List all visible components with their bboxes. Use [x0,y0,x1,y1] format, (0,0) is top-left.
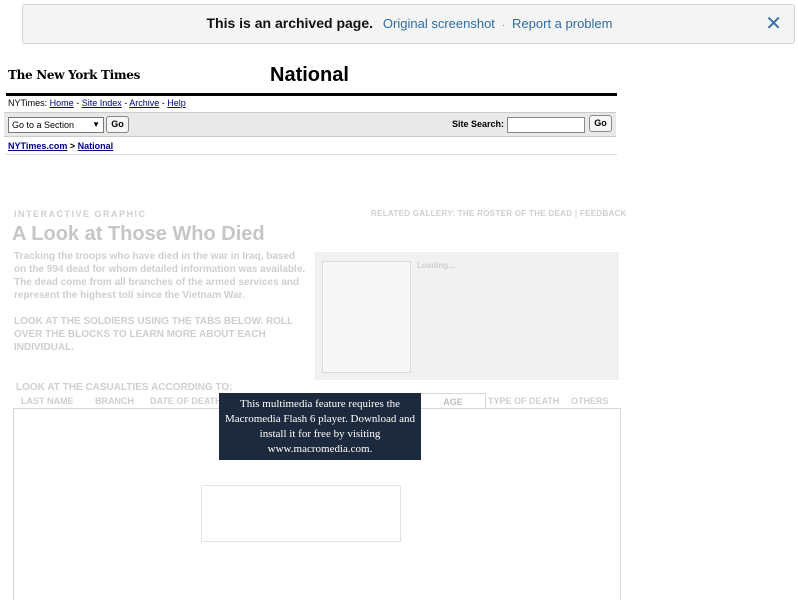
breadcrumb-divider [6,154,617,155]
nav-help-link[interactable]: Help [167,98,186,108]
original-screenshot-link[interactable]: Original screenshot [383,16,495,31]
breadcrumb: NYTimes.com > National [8,141,113,151]
graphic-description: Tracking the troops who have died in the… [14,251,306,301]
tab-type-of-death[interactable]: TYPE OF DEATH [488,396,559,406]
soldier-detail-panel: Loading... [315,252,619,380]
flash-required-notice[interactable]: This multimedia feature requires the Mac… [219,393,421,460]
tab-date-of-death[interactable]: DATE OF DEATH [150,396,222,406]
tab-branch[interactable]: BRANCH [95,396,134,406]
graphic-instructions: LOOK AT THE SOLDIERS USING THE TABS BELO… [14,316,294,353]
nav-site-index-link[interactable]: Site Index [82,98,122,108]
tab-last-name[interactable]: LAST NAME [21,396,74,406]
report-problem-link[interactable]: Report a problem [512,16,612,31]
site-search-go-button[interactable]: Go [589,115,612,132]
archive-message: This is an archived page. [206,15,374,31]
archive-banner-text: This is an archived page. Original scree… [23,15,796,31]
nav-archive-link[interactable]: Archive [129,98,159,108]
nav-home-link[interactable]: Home [50,98,74,108]
graphic-kicker: INTERACTIVE GRAPHIC [14,209,147,219]
tab-others[interactable]: OTHERS [571,396,609,406]
search-bar: Go to a Section ▼ Go Site Search: Go [4,112,616,137]
loading-text: Loading... [417,261,455,270]
archive-banner: This is an archived page. Original scree… [22,4,795,44]
section-go-button[interactable]: Go [106,116,129,133]
section-select[interactable]: Go to a Section ▼ [8,117,104,133]
site-search-input[interactable] [507,117,585,133]
breadcrumb-separator: > [67,141,78,151]
page-title: National [270,64,349,86]
nyt-logo[interactable]: The New York Times [8,68,140,82]
utility-nav: NYTimes: Home - Site Index - Archive - H… [8,98,186,108]
breadcrumb-current-link[interactable]: National [78,141,114,151]
header-divider [6,93,617,96]
site-search-label: Site Search: [452,119,505,129]
utility-nav-prefix: NYTimes: [8,98,50,108]
section-select-value: Go to a Section [12,120,75,130]
breadcrumb-home-link[interactable]: NYTimes.com [8,141,67,151]
casualties-sort-label: LOOK AT THE CASUALTIES ACCORDING TO: [16,382,233,393]
archive-separator: · [501,20,506,31]
soldier-block-placeholder [201,485,401,542]
nav-separator: - [73,98,82,108]
soldier-photo-placeholder [322,261,411,373]
close-icon[interactable]: ✕ [765,14,782,34]
chevron-down-icon: ▼ [92,120,100,129]
related-gallery-links[interactable]: RELATED GALLERY: THE ROSTER OF THE DEAD … [371,209,627,218]
graphic-title: A Look at Those Who Died [12,223,265,245]
